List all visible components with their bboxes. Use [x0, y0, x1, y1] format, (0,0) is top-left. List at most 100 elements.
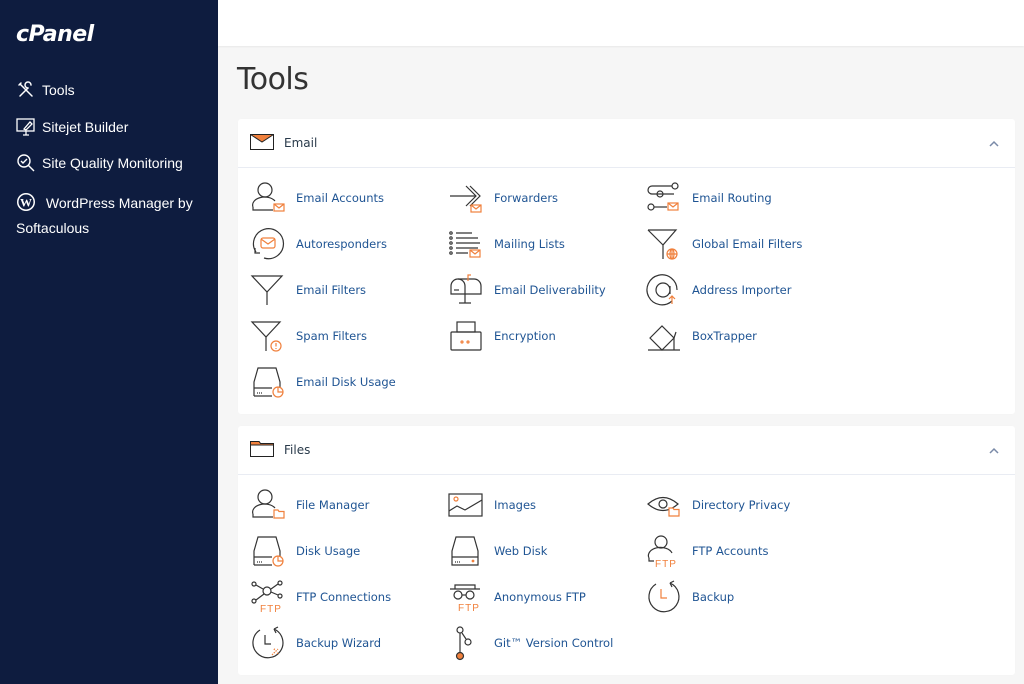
tool-label: FTP Connections: [296, 590, 392, 604]
encryption-icon: [448, 318, 484, 354]
tool-label: Email Deliverability: [494, 283, 606, 297]
tool-label: FTP Accounts: [692, 544, 769, 558]
directory-privacy-icon: [646, 487, 682, 523]
email-tools-grid: Email Accounts Forwarders Email Routing: [238, 168, 1015, 398]
email-disk-usage-icon: [250, 364, 286, 400]
sidebar-item-label: Sitejet Builder: [42, 118, 129, 135]
tool-email-disk-usage[interactable]: Email Disk Usage: [250, 362, 396, 402]
tool-label: Forwarders: [494, 191, 559, 205]
tool-label: Spam Filters: [296, 329, 367, 343]
email-filters-icon: [250, 272, 286, 308]
tool-backup-wizard[interactable]: Backup Wizard: [250, 623, 381, 663]
tool-ftp-connections[interactable]: FTP FTP Connections: [250, 577, 391, 617]
sidebar-item-label: Site Quality Monitoring: [42, 155, 183, 172]
ftp-accounts-icon: FTP: [646, 533, 682, 569]
tool-git-version-control[interactable]: Git™ Version Control: [448, 623, 613, 663]
tool-label: Web Disk: [494, 544, 548, 558]
envelope-icon: [250, 134, 274, 152]
tool-label: Autoresponders: [296, 237, 387, 251]
email-routing-icon: [646, 180, 682, 216]
sitejet-icon: [16, 117, 36, 137]
tool-label: Anonymous FTP: [494, 590, 586, 604]
tool-label: Mailing Lists: [494, 237, 565, 251]
tool-label: Email Filters: [296, 283, 367, 297]
chevron-up-icon[interactable]: [987, 444, 1001, 458]
email-accounts-icon: [250, 180, 286, 216]
tool-disk-usage[interactable]: Disk Usage: [250, 531, 360, 571]
tool-label: Email Routing: [692, 191, 772, 205]
ftp-connections-icon: FTP: [250, 579, 286, 615]
tool-label: Encryption: [494, 329, 556, 343]
section-title: Email: [284, 136, 318, 150]
email-section: Email Email Accounts Forwarders Email Ro…: [238, 119, 1015, 414]
section-title: Files: [284, 443, 311, 457]
tool-label: Global Email Filters: [692, 237, 803, 251]
web-disk-icon: [448, 533, 484, 569]
email-deliverability-icon: [448, 272, 484, 308]
tool-backup[interactable]: Backup: [646, 577, 734, 617]
tool-label: File Manager: [296, 498, 370, 512]
tools-icon: [16, 80, 36, 100]
tool-label: BoxTrapper: [692, 329, 757, 343]
tool-web-disk[interactable]: Web Disk: [448, 531, 547, 571]
tool-images[interactable]: Images: [448, 485, 536, 525]
tool-label: Images: [494, 498, 537, 512]
tool-file-manager[interactable]: File Manager: [250, 485, 369, 525]
tool-label: Disk Usage: [296, 544, 361, 558]
tool-address-importer[interactable]: Address Importer: [646, 270, 791, 310]
tool-directory-privacy[interactable]: Directory Privacy: [646, 485, 790, 525]
files-section-header[interactable]: Files: [238, 426, 1015, 475]
tool-autoresponders[interactable]: Autoresponders: [250, 224, 387, 264]
tool-global-email-filters[interactable]: Global Email Filters: [646, 224, 802, 264]
sidebar-item-tools[interactable]: Tools: [0, 72, 218, 109]
site-quality-icon: [16, 153, 36, 173]
tool-label: Directory Privacy: [692, 498, 791, 512]
page-title: Tools: [237, 62, 309, 97]
tool-email-routing[interactable]: Email Routing: [646, 178, 772, 218]
sidebar-item-wordpress[interactable]: W WordPress Manager by Softaculous: [0, 182, 218, 241]
sidebar-item-label: WordPress Manager by Softaculous: [16, 194, 193, 236]
wordpress-icon: W: [16, 192, 36, 212]
sidebar-item-site-quality[interactable]: Site Quality Monitoring: [0, 145, 218, 182]
forwarders-icon: [448, 180, 484, 216]
spam-filters-icon: [250, 318, 286, 354]
tool-encryption[interactable]: Encryption: [448, 316, 556, 356]
mailing-lists-icon: [448, 226, 484, 262]
tool-label: Backup: [692, 590, 735, 604]
svg-text:FTP: FTP: [260, 604, 282, 615]
tool-label: Email Accounts: [296, 191, 384, 205]
files-section: Files File Manager Images Directory Priv…: [238, 426, 1015, 675]
images-icon: [448, 487, 484, 523]
chevron-up-icon[interactable]: [987, 137, 1001, 151]
tool-email-deliverability[interactable]: Email Deliverability: [448, 270, 606, 310]
file-manager-icon: [250, 487, 286, 523]
email-section-header[interactable]: Email: [238, 119, 1015, 168]
tool-anonymous-ftp[interactable]: FTP Anonymous FTP: [448, 577, 586, 617]
backup-icon: [646, 579, 682, 615]
cpanel-logo[interactable]: cPanel: [16, 22, 94, 47]
anonymous-ftp-icon: FTP: [448, 579, 484, 615]
top-bar: [218, 0, 1024, 46]
folder-icon: [250, 441, 274, 459]
tool-email-filters[interactable]: Email Filters: [250, 270, 366, 310]
tool-label: Git™ Version Control: [494, 636, 614, 650]
address-importer-icon: [646, 272, 682, 308]
svg-text:FTP: FTP: [458, 603, 480, 614]
files-tools-grid: File Manager Images Directory Privacy Di…: [238, 475, 1015, 661]
sidebar-item-label: Tools: [42, 82, 75, 99]
tool-label: Email Disk Usage: [296, 375, 396, 389]
sidebar-item-sitejet[interactable]: Sitejet Builder: [0, 109, 218, 146]
global-email-filters-icon: [646, 226, 682, 262]
tool-label: Backup Wizard: [296, 636, 382, 650]
tool-boxtrapper[interactable]: BoxTrapper: [646, 316, 757, 356]
tool-spam-filters[interactable]: Spam Filters: [250, 316, 367, 356]
tool-label: Address Importer: [692, 283, 792, 297]
tool-forwarders[interactable]: Forwarders: [448, 178, 558, 218]
git-icon: [448, 625, 484, 661]
tool-ftp-accounts[interactable]: FTP FTP Accounts: [646, 531, 768, 571]
svg-text:FTP: FTP: [655, 559, 677, 569]
tool-mailing-lists[interactable]: Mailing Lists: [448, 224, 565, 264]
tool-email-accounts[interactable]: Email Accounts: [250, 178, 384, 218]
sidebar: cPanel Tools Sitejet Builder Site Qualit…: [0, 0, 218, 684]
svg-text:W: W: [20, 196, 32, 210]
